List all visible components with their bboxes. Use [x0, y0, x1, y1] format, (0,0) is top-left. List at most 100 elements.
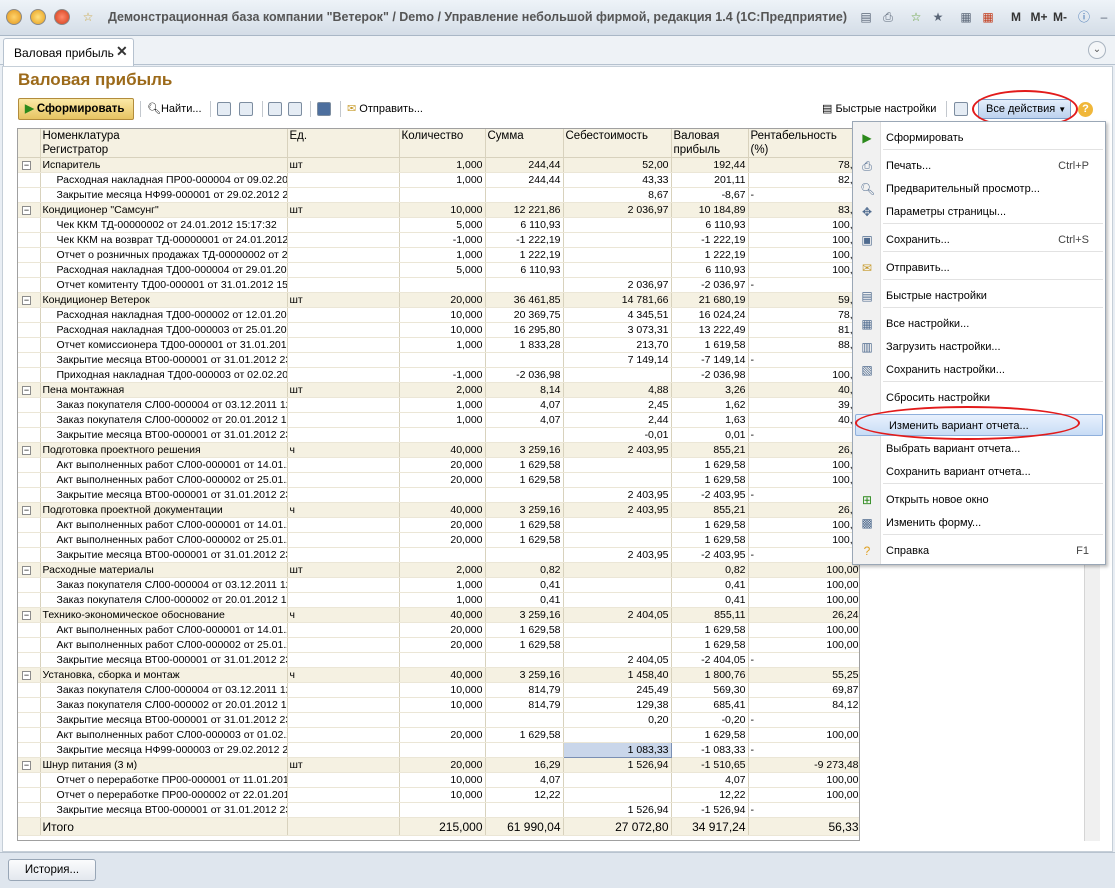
- cell-name[interactable]: Шнур питания (3 м): [40, 757, 288, 773]
- cell-name[interactable]: Заказ покупателя СЛ00-000004 от 03.12.20…: [40, 397, 288, 413]
- cell-cost[interactable]: [563, 472, 672, 488]
- add-favorite-icon[interactable]: ☆: [908, 9, 924, 25]
- close-circle-icon[interactable]: [54, 9, 70, 25]
- cell-profit[interactable]: 21 680,19: [671, 292, 749, 308]
- print-window-icon[interactable]: ⎙: [880, 9, 896, 25]
- cell-profit[interactable]: 685,41: [671, 697, 749, 713]
- table-row[interactable]: Заказ покупателя СЛ00-000002 от 20.01.20…: [18, 412, 859, 428]
- cell-cost[interactable]: 2 036,97: [563, 202, 672, 218]
- cell-cost[interactable]: 2 403,95: [563, 487, 672, 503]
- preview-button[interactable]: [288, 99, 302, 119]
- cell-profit[interactable]: 1 222,19: [671, 247, 749, 263]
- cell-cost[interactable]: [563, 532, 672, 548]
- cell-profit[interactable]: 0,82: [671, 562, 749, 578]
- cell-name[interactable]: Подготовка проектного решения: [40, 442, 288, 458]
- table-group-row[interactable]: − Кондиционер Ветерок шт 20,000 36 461,85 14 …: [18, 292, 859, 308]
- cell-name[interactable]: Кондиционер "Самсунг": [40, 202, 288, 218]
- cell-unit[interactable]: ч: [287, 607, 400, 623]
- save-button[interactable]: [317, 99, 331, 119]
- cell-sum[interactable]: 1 629,58: [485, 637, 564, 653]
- cell-rent[interactable]: 81,1: [748, 322, 859, 338]
- cell-sum[interactable]: 1 222,19: [485, 247, 564, 263]
- cell-sum[interactable]: 36 461,85: [485, 292, 564, 308]
- cell-sum[interactable]: 6 110,93: [485, 217, 564, 233]
- memory-plus-button[interactable]: M+: [1028, 9, 1050, 25]
- cell-qty[interactable]: 10,000: [399, 682, 486, 698]
- table-row[interactable]: Акт выполненных работ СЛ00-000003 от 01.…: [18, 727, 859, 743]
- table-row[interactable]: Акт выполненных работ СЛ00-000002 от 25.…: [18, 472, 859, 488]
- table-group-row[interactable]: − Кондиционер "Самсунг" шт 10,000 12 221,86 2…: [18, 202, 859, 218]
- cell-qty[interactable]: 1,000: [399, 157, 486, 173]
- cell-cost[interactable]: 213,70: [563, 337, 672, 353]
- cell-cost[interactable]: [563, 772, 672, 788]
- cell-profit[interactable]: 192,44: [671, 157, 749, 173]
- cell-sum[interactable]: [485, 547, 564, 563]
- cell-qty[interactable]: [399, 742, 486, 758]
- cell-name[interactable]: Расходная накладная ТД00-000004 от 29.01…: [40, 262, 288, 278]
- cell-unit[interactable]: [287, 307, 400, 323]
- cell-unit[interactable]: [287, 427, 400, 443]
- close-icon[interactable]: ✕: [116, 43, 128, 60]
- cell-sum[interactable]: 4,07: [485, 412, 564, 428]
- table-row[interactable]: Акт выполненных работ СЛ00-000002 от 25.…: [18, 532, 859, 548]
- cell-qty[interactable]: -1,000: [399, 367, 486, 383]
- cell-sum[interactable]: [485, 652, 564, 668]
- cell-unit[interactable]: [287, 712, 400, 728]
- cell-rent[interactable]: 100,0: [748, 232, 859, 248]
- cell-cost[interactable]: 7 149,14: [563, 352, 672, 368]
- cell-name[interactable]: Подготовка проектной документации: [40, 502, 288, 518]
- cell-profit[interactable]: -2 036,97: [671, 277, 749, 293]
- cell-profit[interactable]: 13 222,49: [671, 322, 749, 338]
- cell-cost[interactable]: 8,67: [563, 187, 672, 203]
- menu-item-1[interactable]: ⎙ Печать... Ctrl+P: [853, 155, 1105, 177]
- cell-sum[interactable]: 3 259,16: [485, 607, 564, 623]
- cell-qty[interactable]: 1,000: [399, 592, 486, 608]
- cell-profit[interactable]: -1 526,94: [671, 802, 749, 818]
- cell-cost[interactable]: 43,33: [563, 172, 672, 188]
- cell-sum[interactable]: [485, 742, 564, 758]
- cell-cost[interactable]: 2,45: [563, 397, 672, 413]
- table-row[interactable]: Закрытие месяца ВТ00-000001 от 31.01.201…: [18, 352, 859, 368]
- table-row[interactable]: Отчет комитенту ТД00-000001 от 31.01.201…: [18, 277, 859, 293]
- history-button[interactable]: История...: [8, 859, 96, 881]
- cell-qty[interactable]: [399, 352, 486, 368]
- memory-m-button[interactable]: M: [1008, 9, 1024, 25]
- cell-unit[interactable]: шт: [287, 382, 400, 398]
- cell-name[interactable]: Заказ покупателя СЛ00-000004 от 03.12.20…: [40, 577, 288, 593]
- menu-item-12[interactable]: Выбрать вариант отчета...: [853, 438, 1105, 460]
- cell-cost[interactable]: [563, 217, 672, 233]
- cell-name[interactable]: Закрытие месяца ВТ00-000001 от 31.01.201…: [40, 547, 288, 563]
- cell-unit[interactable]: [287, 397, 400, 413]
- cell-qty[interactable]: 40,000: [399, 667, 486, 683]
- cell-profit[interactable]: 1 629,58: [671, 532, 749, 548]
- expand-groups-button[interactable]: [217, 99, 231, 119]
- cell-unit[interactable]: ч: [287, 442, 400, 458]
- cell-name[interactable]: Заказ покупателя СЛ00-000002 от 20.01.20…: [40, 592, 288, 608]
- cell-cost[interactable]: 1 458,40: [563, 667, 672, 683]
- cell-qty[interactable]: 1,000: [399, 397, 486, 413]
- cell-qty[interactable]: 1,000: [399, 412, 486, 428]
- cell-cost[interactable]: [563, 592, 672, 608]
- cell-rent[interactable]: 55,25: [748, 667, 859, 683]
- menu-item-9[interactable]: ▧ Сохранить настройки...: [853, 359, 1105, 381]
- cell-name[interactable]: Расходная накладная ТД00-000002 от 12.01…: [40, 307, 288, 323]
- cell-sum[interactable]: 814,79: [485, 697, 564, 713]
- cell-qty[interactable]: 5,000: [399, 262, 486, 278]
- cell-qty[interactable]: 10,000: [399, 322, 486, 338]
- cell-name[interactable]: Акт выполненных работ СЛ00-000002 от 25.…: [40, 532, 288, 548]
- cell-qty[interactable]: 10,000: [399, 772, 486, 788]
- tabs-menu-chevron-icon[interactable]: ⌄: [1088, 41, 1106, 59]
- cell-sum[interactable]: [485, 277, 564, 293]
- collapse-toggle-icon[interactable]: −: [22, 671, 31, 680]
- cell-name[interactable]: Закрытие месяца ВТ00-000001 от 31.01.201…: [40, 427, 288, 443]
- cell-unit[interactable]: [287, 412, 400, 428]
- table-row[interactable]: Закрытие месяца ВТ00-000001 от 31.01.201…: [18, 712, 859, 728]
- cell-rent[interactable]: 59,4: [748, 292, 859, 308]
- cell-name[interactable]: Заказ покупателя СЛ00-000002 от 20.01.20…: [40, 412, 288, 428]
- table-row[interactable]: Расходная накладная ПР00-000004 от 09.02…: [18, 172, 859, 188]
- cell-qty[interactable]: 10,000: [399, 697, 486, 713]
- cell-name[interactable]: Акт выполненных работ СЛ00-000002 от 25.…: [40, 472, 288, 488]
- cell-rent[interactable]: 100,0: [748, 262, 859, 278]
- cell-unit[interactable]: шт: [287, 202, 400, 218]
- menu-item-3[interactable]: ✥ Параметры страницы...: [853, 201, 1105, 223]
